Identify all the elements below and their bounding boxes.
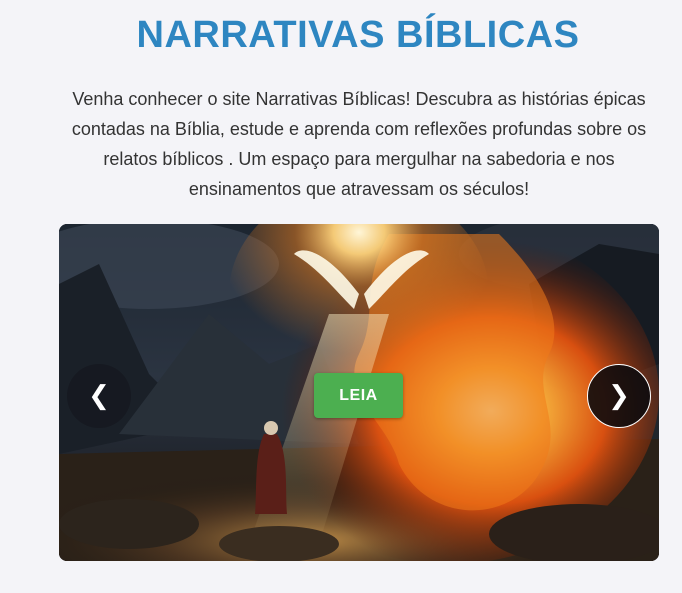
intro-paragraph: Venha conhecer o site Narrativas Bíblica… bbox=[71, 89, 647, 199]
carousel-next-button[interactable]: ❯ bbox=[587, 364, 651, 428]
read-button[interactable]: LEIA bbox=[314, 373, 403, 418]
chevron-left-icon: ❮ bbox=[88, 381, 110, 411]
page-title: NARRATIVAS BÍBLICAS bbox=[136, 14, 580, 56]
carousel-prev-button[interactable]: ❮ bbox=[67, 364, 131, 428]
image-carousel: LEIA ❮ ❯ bbox=[59, 224, 659, 561]
chevron-right-icon: ❯ bbox=[608, 381, 630, 411]
page: NARRATIVAS BÍBLICAS Venha conhecer o sit… bbox=[0, 0, 682, 593]
